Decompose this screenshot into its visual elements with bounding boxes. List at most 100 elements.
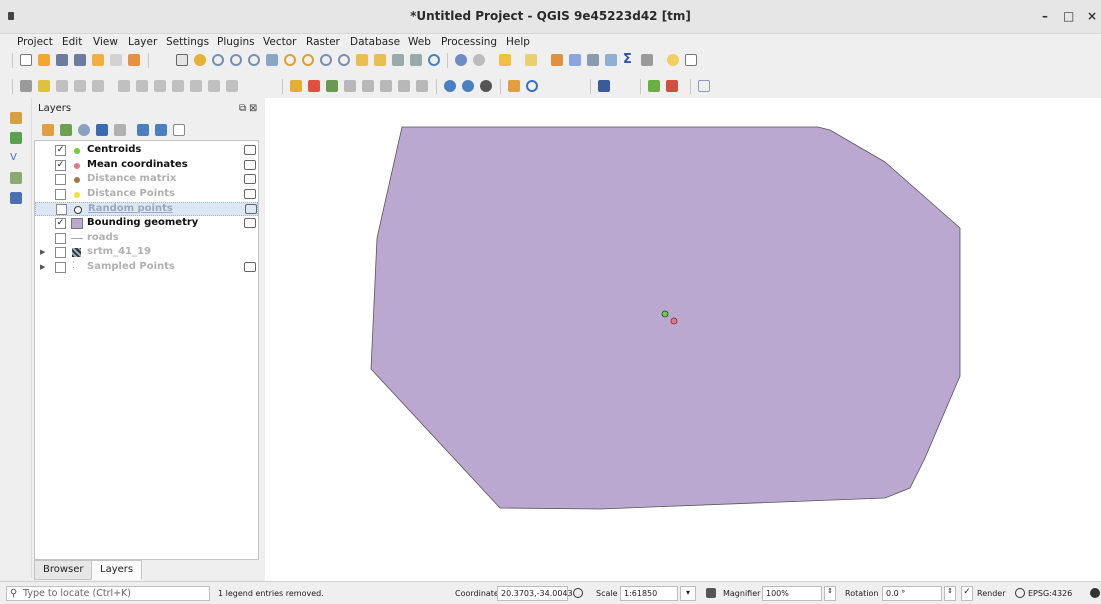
crs-label[interactable]: EPSG:4326 <box>1028 589 1072 598</box>
layer-name[interactable]: Distance matrix <box>87 173 176 184</box>
filter-expression-icon[interactable] <box>114 124 126 136</box>
layer-visibility-checkbox[interactable]: ✓ <box>55 145 66 156</box>
label-change-icon[interactable] <box>398 80 410 92</box>
magnifier-field[interactable]: 100% <box>762 586 822 601</box>
crs-globe-icon[interactable] <box>1015 588 1025 598</box>
layer-visibility-checkbox[interactable] <box>55 232 66 244</box>
add-spatialite-icon[interactable] <box>10 172 22 184</box>
menu-plugins[interactable]: Plugins <box>217 36 255 48</box>
add-feature-icon[interactable] <box>74 80 86 92</box>
layer-row[interactable]: ▶ srtm_41_19 <box>35 246 258 260</box>
layer-visibility-checkbox[interactable] <box>55 261 66 273</box>
feature-count-icon[interactable] <box>244 145 256 155</box>
layer-visibility-checkbox[interactable] <box>55 174 66 186</box>
menu-database[interactable]: Database <box>350 36 400 48</box>
feature-count-icon[interactable] <box>244 188 256 199</box>
layer-name[interactable]: srtm_41_19 <box>87 246 151 257</box>
expand-arrow-icon[interactable]: ▶ <box>40 263 45 271</box>
layer-visibility-checkbox[interactable] <box>55 188 66 200</box>
new-layout-icon[interactable] <box>92 54 104 66</box>
new-map-view-icon[interactable] <box>356 54 368 66</box>
layer-row[interactable]: ▶ ⁚ Sampled Points <box>35 261 258 275</box>
layer-tree[interactable]: ✓ Centroids ✓ Mean coordinates Distance matr… <box>34 140 259 560</box>
show-bookmarks-icon[interactable] <box>410 54 422 66</box>
identify-icon[interactable] <box>455 54 467 66</box>
feature-count-icon[interactable] <box>245 204 257 215</box>
action-icon[interactable] <box>473 54 485 66</box>
manage-themes-icon[interactable] <box>78 124 90 136</box>
feature-count-icon[interactable] <box>244 174 256 185</box>
new-3d-view-icon[interactable] <box>374 54 386 66</box>
delete-selected-icon[interactable] <box>136 80 148 92</box>
menu-settings[interactable]: Settings <box>166 36 209 48</box>
undo-icon[interactable] <box>208 80 220 92</box>
add-wms-icon[interactable] <box>480 80 492 92</box>
layer-name[interactable]: Mean coordinates <box>87 159 188 170</box>
maximize-button[interactable]: □ <box>1063 9 1074 23</box>
current-edits-icon[interactable] <box>20 80 32 92</box>
layer-visibility-checkbox[interactable]: ✓ <box>55 218 66 229</box>
close-button[interactable]: × <box>1087 9 1097 23</box>
menu-help[interactable]: Help <box>506 36 530 48</box>
measure-icon[interactable] <box>641 54 653 66</box>
render-checkbox[interactable]: ✓ <box>961 586 973 601</box>
layer-name[interactable]: Bounding geometry <box>87 217 198 228</box>
layer-row[interactable]: Distance Points <box>35 188 258 202</box>
save-as-icon[interactable] <box>74 54 86 66</box>
menu-processing[interactable]: Processing <box>441 36 497 48</box>
save-edits-icon[interactable] <box>56 80 68 92</box>
remove-layer-icon[interactable] <box>173 124 185 136</box>
select-features-icon[interactable] <box>499 54 511 66</box>
add-delimited-text-icon[interactable]: V <box>10 152 22 164</box>
statistics-icon[interactable]: Σ <box>623 53 635 66</box>
layer-labeling-icon[interactable] <box>308 80 320 92</box>
add-postgis-icon[interactable] <box>10 192 22 204</box>
save-project-icon[interactable] <box>56 54 68 66</box>
add-group-icon[interactable] <box>60 124 72 136</box>
georeferencer-icon[interactable] <box>648 80 660 92</box>
layer-name[interactable]: Sampled Points <box>87 261 175 272</box>
expand-arrow-icon[interactable]: ▶ <box>40 248 45 256</box>
tab-layers[interactable]: Layers <box>91 560 143 580</box>
magnifier-spinner-icon[interactable]: ⇕ <box>824 586 836 601</box>
messages-icon[interactable] <box>1090 588 1100 598</box>
bookmark-icon[interactable] <box>392 54 404 66</box>
menu-raster[interactable]: Raster <box>306 36 340 48</box>
style-manager-icon[interactable] <box>128 54 140 66</box>
open-styling-icon[interactable] <box>42 124 54 136</box>
layout-manager-icon[interactable] <box>110 54 122 66</box>
processing-toolbox-icon[interactable] <box>605 54 617 66</box>
float-panel-button[interactable]: ⧉ <box>239 103 246 114</box>
zoom-layer-icon[interactable] <box>302 54 314 66</box>
plugin-icon[interactable] <box>598 80 610 92</box>
add-raster-icon[interactable] <box>462 80 474 92</box>
label-diagram-icon[interactable] <box>416 80 428 92</box>
layer-row[interactable]: ✓ Mean coordinates <box>35 159 258 173</box>
copy-features-icon[interactable] <box>172 80 184 92</box>
feature-count-icon[interactable] <box>244 218 256 228</box>
new-project-icon[interactable] <box>20 54 32 66</box>
coordinate-field[interactable]: 20.3703,-34.0043 <box>497 586 573 601</box>
add-vector-layer-icon[interactable] <box>10 132 22 144</box>
refresh-icon[interactable] <box>428 54 440 66</box>
modify-attributes-icon[interactable] <box>118 80 130 92</box>
expand-all-icon[interactable] <box>137 124 149 136</box>
layer-name[interactable]: Random points <box>88 203 173 214</box>
field-calculator-icon[interactable] <box>587 54 599 66</box>
add-raster-layer-icon[interactable] <box>10 112 22 124</box>
map-tips-icon[interactable] <box>667 54 679 66</box>
label-pin-icon[interactable] <box>326 80 338 92</box>
zoom-selection-icon[interactable] <box>284 54 296 66</box>
pan-to-selection-icon[interactable] <box>194 54 206 66</box>
menu-layer[interactable]: Layer <box>128 36 157 48</box>
deselect-icon[interactable] <box>551 54 563 66</box>
layer-row[interactable]: Random points <box>35 202 258 217</box>
profile-tool-icon[interactable] <box>698 80 710 92</box>
layer-visibility-checkbox[interactable]: ✓ <box>55 159 66 171</box>
label-move-icon[interactable] <box>362 80 374 92</box>
paste-features-icon[interactable] <box>190 80 202 92</box>
label-show-hide-icon[interactable] <box>344 80 356 92</box>
collapse-all-icon[interactable] <box>155 124 167 136</box>
layer-row[interactable]: Distance matrix <box>35 173 258 187</box>
feature-count-icon[interactable] <box>244 159 256 170</box>
